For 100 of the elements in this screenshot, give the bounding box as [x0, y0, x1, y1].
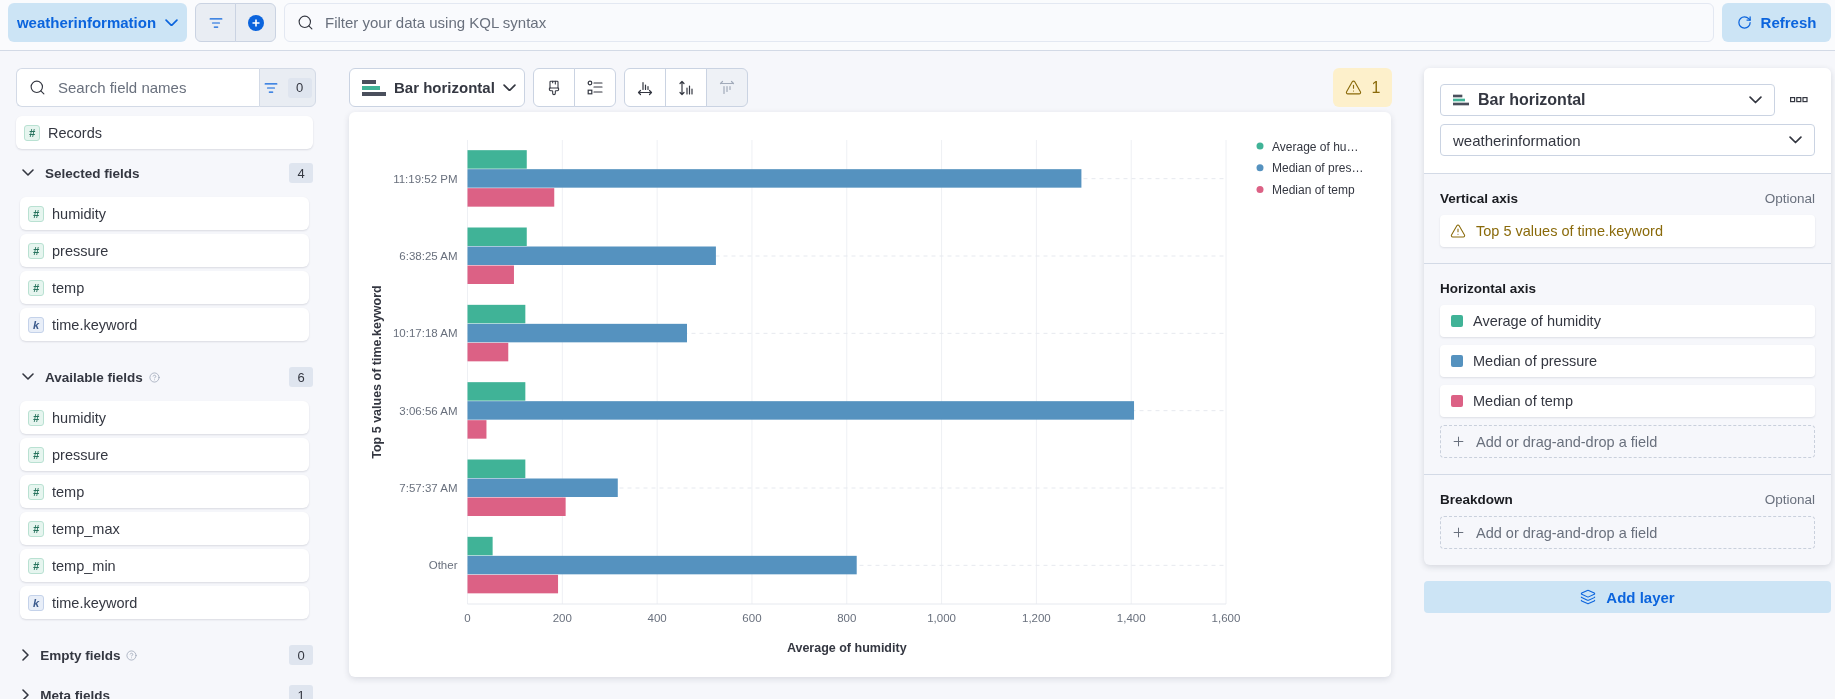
section-toggle[interactable]: Available fields: [22, 365, 143, 389]
dimension-item[interactable]: Top 5 values of time.keyword: [1440, 215, 1815, 247]
category-label: 3:06:56 AM: [399, 404, 458, 417]
search-icon: [29, 79, 46, 96]
toolbar-button[interactable]: [574, 68, 616, 107]
count-badge: 6: [289, 367, 313, 387]
field-item[interactable]: # temp: [20, 271, 309, 304]
tick-label: 1,400: [1116, 612, 1146, 624]
field-filter-button[interactable]: 0: [259, 68, 316, 107]
field-item[interactable]: # pressure: [20, 234, 309, 267]
category-label: 11:19:52 PM: [393, 172, 458, 185]
field-type-token: k: [28, 316, 44, 333]
count-badge: 0: [287, 77, 312, 98]
paintbrush-icon: [546, 79, 562, 96]
tick-label: 1,600: [1211, 612, 1241, 624]
add-filter-button[interactable]: [235, 3, 276, 42]
warnings-button[interactable]: 1: [1333, 68, 1392, 107]
field-type-token: #: [28, 557, 44, 574]
add-field-button[interactable]: Add or drag-and-drop a field: [1440, 425, 1815, 458]
metric-item[interactable]: Median of temp: [1440, 385, 1815, 417]
field-type-token: #: [24, 124, 40, 141]
legend-label[interactable]: Median of temp: [1272, 183, 1355, 198]
add-layer-button[interactable]: Add layer: [1424, 581, 1831, 613]
data-view-select[interactable]: weatherinformation: [1440, 124, 1815, 156]
axis-title: Average of humidity: [786, 641, 907, 655]
field-item[interactable]: k time.keyword: [20, 586, 309, 619]
more-options-icon: [1790, 97, 1808, 103]
section-toggle[interactable]: Selected fields: [22, 161, 140, 185]
query-field[interactable]: Filter your data using KQL syntax: [284, 3, 1714, 42]
tick-label: 200: [552, 612, 572, 624]
field-item[interactable]: # humidity: [20, 401, 309, 434]
count-badge: 4: [289, 163, 313, 183]
layers-icon: [1580, 589, 1597, 605]
field-type-token: #: [28, 205, 44, 222]
bottom-axis-icon: [637, 79, 653, 96]
warning-icon: [1450, 223, 1466, 239]
field-type-token: #: [28, 520, 44, 537]
field-item[interactable]: # Records: [16, 116, 313, 149]
field-type-token: #: [28, 483, 44, 500]
refresh-button[interactable]: Refresh: [1722, 3, 1831, 42]
search-icon: [297, 14, 314, 31]
field-type-token: #: [28, 242, 44, 259]
field-type-token: #: [28, 409, 44, 426]
metric-item[interactable]: Average of humidity: [1440, 305, 1815, 337]
add-field-button[interactable]: Add or drag-and-drop a field: [1440, 516, 1815, 549]
tick-label: 0: [464, 612, 471, 624]
field-item[interactable]: # humidity: [20, 197, 309, 230]
field-item[interactable]: # temp_max: [20, 512, 309, 545]
toolbar-button[interactable]: [665, 68, 707, 107]
legend-label[interactable]: Average of hu…: [1272, 139, 1359, 154]
tick-label: 1,000: [927, 612, 956, 624]
warning-icon: [1344, 79, 1362, 96]
category-label: 10:17:18 AM: [392, 327, 458, 340]
data-view-button[interactable]: weatherinformation: [8, 3, 187, 42]
field-item[interactable]: # pressure: [20, 438, 309, 471]
field-item[interactable]: # temp_min: [20, 549, 309, 582]
section-title: Horizontal axis: [1440, 281, 1537, 296]
category-label: 7:57:37 AM: [399, 482, 458, 494]
plus-icon: [1451, 434, 1466, 449]
filter-icon: [208, 15, 223, 30]
chevron-down-icon: [1789, 136, 1802, 144]
legend-label[interactable]: Median of pres…: [1272, 161, 1364, 176]
axis-title: Top 5 values of time.keyword: [370, 285, 384, 459]
chart-type-dropdown[interactable]: Bar horizontal: [349, 68, 525, 107]
tick-label: 400: [647, 612, 667, 624]
optional-label: Optional: [1764, 492, 1815, 507]
category-label: Other: [428, 559, 458, 572]
count-badge: 0: [289, 645, 313, 665]
top-axis-icon: [719, 79, 735, 96]
chevron-down-icon: [1749, 96, 1762, 104]
filter-button[interactable]: [195, 3, 236, 42]
field-item[interactable]: # temp: [20, 475, 309, 508]
chevron-down-icon: [502, 83, 516, 92]
section-toggle[interactable]: Meta fields: [22, 683, 110, 699]
section-toggle[interactable]: Empty fields: [22, 643, 121, 667]
bar-chart-icon: [362, 78, 386, 97]
more-options-button[interactable]: [1790, 97, 1808, 103]
filter-icon: [263, 80, 278, 95]
chart-type-select[interactable]: Bar horizontal: [1440, 84, 1775, 116]
field-type-token: #: [28, 446, 44, 463]
section-title: Vertical axis: [1440, 191, 1519, 206]
toolbar-button[interactable]: [533, 68, 575, 107]
optional-label: Optional: [1764, 191, 1815, 206]
count-badge: 1: [289, 685, 313, 699]
chevron-down-icon: [165, 18, 179, 27]
tick-label: 600: [742, 612, 762, 624]
field-type-token: #: [28, 279, 44, 296]
toolbar-button[interactable]: [624, 68, 666, 107]
field-item[interactable]: k time.keyword: [20, 308, 309, 341]
refresh-icon: [1736, 15, 1752, 30]
field-type-token: k: [28, 594, 44, 611]
plus-circle-icon: [247, 14, 264, 31]
legend-list-icon: [587, 79, 603, 96]
metric-item[interactable]: Median of pressure: [1440, 345, 1815, 377]
field-search-input[interactable]: Search field names: [16, 68, 259, 107]
section-title: Breakdown: [1440, 492, 1513, 507]
plus-icon: [1451, 525, 1466, 540]
left-axis-icon: [678, 79, 694, 96]
category-label: 6:38:25 AM: [399, 250, 458, 262]
tick-label: 800: [837, 612, 857, 624]
